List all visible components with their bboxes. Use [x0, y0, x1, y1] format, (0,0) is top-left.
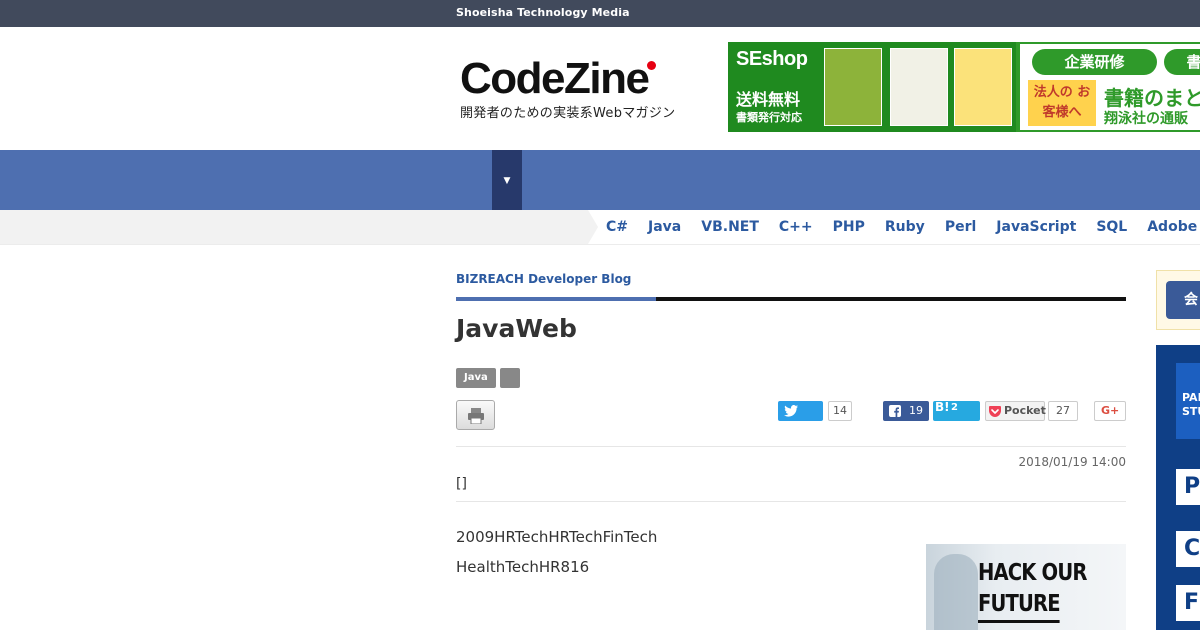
- ad-book-cover: [824, 48, 882, 126]
- image-caption-line: FUTURE: [978, 589, 1061, 623]
- ad-seshop-panel: SEshop 送料無料 書類発行対応: [728, 42, 1016, 132]
- ad-book-cover: [954, 48, 1012, 126]
- lang-link-ruby[interactable]: Ruby: [885, 219, 925, 235]
- article-category[interactable]: BIZREACH Developer Blog: [456, 272, 631, 286]
- top-brand-bar: Shoeisha Technology Media: [0, 0, 1200, 27]
- lang-link-adobe[interactable]: Adobe: [1147, 219, 1197, 235]
- pocket-button[interactable]: Pocket: [985, 401, 1046, 421]
- ad-free-shipping-sub: 書類発行対応: [736, 111, 802, 124]
- ad-mail-order: 翔泳社の通販: [1104, 111, 1188, 127]
- category-rule: [656, 297, 1126, 301]
- image-caption-line: HACK OUR: [978, 560, 1087, 586]
- lang-link-csharp[interactable]: C#: [606, 219, 628, 235]
- article-hero-image: HACK OUR FUTURE: [926, 544, 1126, 630]
- hatena-bookmark-button[interactable]: B! 2: [933, 400, 980, 421]
- tag-java[interactable]: Java: [456, 368, 496, 388]
- meta-divider-bottom: [456, 501, 1126, 502]
- sidebar-ad[interactable]: PAR STU P C F: [1156, 345, 1200, 630]
- ad-training-panel: 企業研修 書 法人の お客様へ 書籍のまと 翔泳社の通販: [1018, 42, 1200, 132]
- nav-dropdown-toggle[interactable]: ▼: [492, 150, 522, 210]
- twitter-share-button[interactable]: [778, 401, 823, 421]
- lang-link-cpp[interactable]: C++: [779, 219, 813, 235]
- image-people-silhouette: [934, 554, 978, 630]
- google-plus-icon: G+: [1101, 404, 1120, 417]
- facebook-share-count: 19: [909, 404, 923, 417]
- logo-tagline: 開発者のための実装系Webマガジン: [460, 106, 676, 121]
- category-rule-accent: [456, 297, 656, 301]
- language-links: C# Java VB.NET C++ PHP Ruby Perl JavaScr…: [606, 219, 1200, 235]
- article-tags: Java: [456, 368, 520, 388]
- sidebar-ad-product-label: PAR STU: [1182, 391, 1200, 418]
- sidebar-ad-letter: F: [1176, 585, 1200, 621]
- twitter-icon: [784, 405, 798, 417]
- sidebar-ad-product-box: PAR STU: [1176, 363, 1200, 439]
- article-date: 2018/01/19 14:00: [1018, 455, 1126, 469]
- facebook-icon: [889, 405, 901, 417]
- language-bar: C# Java VB.NET C++ PHP Ruby Perl JavaScr…: [0, 210, 1200, 245]
- article-title: JavaWeb: [456, 314, 577, 343]
- tag-unlabeled[interactable]: [499, 368, 520, 388]
- ad-seshop-logo: SEshop: [736, 48, 808, 70]
- facebook-share-button[interactable]: 19: [883, 401, 929, 421]
- ad-books-pill: 書: [1164, 49, 1200, 75]
- language-bar-label-area: [0, 210, 588, 244]
- lang-link-php[interactable]: PHP: [833, 219, 865, 235]
- lang-link-javascript[interactable]: JavaScript: [996, 219, 1076, 235]
- ad-corporate-badge: 法人の お客様へ: [1028, 80, 1096, 126]
- main-nav: ▼: [0, 150, 1200, 210]
- site-header: CodeZine 開発者のための実装系Webマガジン SEshop 送料無料 書…: [0, 27, 1200, 150]
- ad-free-shipping: 送料無料: [736, 90, 801, 109]
- language-bar-arrow: [588, 210, 598, 244]
- logo-dot: [647, 61, 656, 70]
- sidebar-member-button[interactable]: 会: [1166, 281, 1200, 319]
- ad-book-cover: [890, 48, 948, 126]
- brand-link[interactable]: Shoeisha Technology Media: [456, 6, 630, 19]
- hatena-icon: B!: [935, 400, 950, 414]
- lang-link-vbnet[interactable]: VB.NET: [701, 219, 759, 235]
- hatena-bookmark-count: 2: [951, 402, 958, 413]
- ad-training-pill: 企業研修: [1032, 49, 1157, 75]
- article-author: []: [456, 476, 467, 492]
- lang-link-sql[interactable]: SQL: [1096, 219, 1127, 235]
- twitter-share-count: 14: [828, 401, 852, 421]
- sidebar-ad-letter: C: [1176, 531, 1200, 567]
- lang-link-perl[interactable]: Perl: [945, 219, 976, 235]
- printer-icon: [468, 408, 484, 424]
- pocket-count: 27: [1048, 401, 1078, 421]
- image-caption: HACK OUR FUTURE: [978, 558, 1087, 623]
- lang-link-java[interactable]: Java: [648, 219, 681, 235]
- article-body-line: 2009HRTechHRTechFinTech: [456, 528, 658, 546]
- print-button[interactable]: [456, 400, 495, 430]
- google-plus-button[interactable]: G+: [1094, 401, 1126, 421]
- site-logo[interactable]: CodeZine 開発者のための実装系Webマガジン: [460, 57, 690, 127]
- pocket-label: Pocket: [1004, 404, 1046, 417]
- pocket-icon: [989, 406, 1001, 417]
- article-body-line: HealthTechHR816: [456, 558, 590, 576]
- ad-books-headline: 書籍のまと: [1104, 86, 1200, 110]
- sidebar-ad-letter: P: [1176, 469, 1200, 505]
- header-ad-banner[interactable]: SEshop 送料無料 書類発行対応 企業研修 書 法人の お客様へ 書籍のまと…: [728, 42, 1200, 132]
- meta-divider-top: [456, 446, 1126, 447]
